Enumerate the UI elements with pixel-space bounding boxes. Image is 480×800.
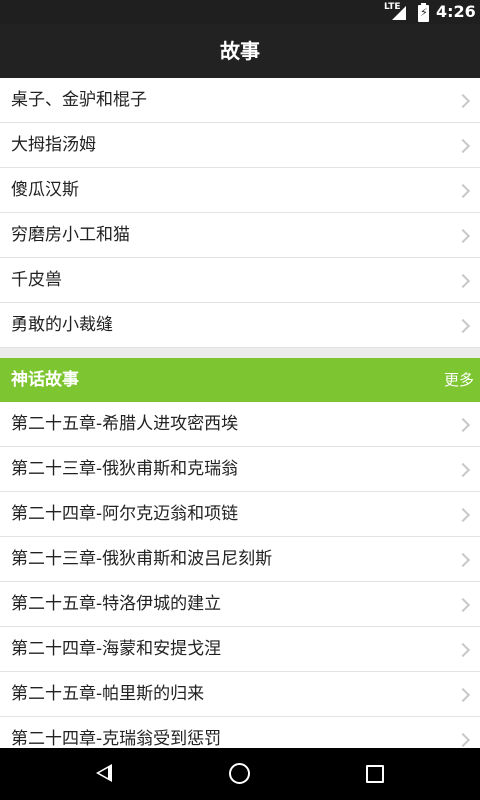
list-item-label: 勇敢的小裁缝: [11, 315, 113, 335]
list-item[interactable]: 桌子、金驴和棍子: [0, 78, 480, 123]
chevron-right-icon: [455, 93, 471, 109]
section-title: 神话故事: [11, 370, 79, 390]
status-bar: LTE ⚡ 4:26: [0, 0, 480, 24]
chevron-right-icon: [455, 642, 471, 658]
list-item[interactable]: 第二十三章-俄狄甫斯和克瑞翁: [0, 447, 480, 492]
list-item[interactable]: 穷磨房小工和猫: [0, 213, 480, 258]
navigation-bar: [0, 748, 480, 800]
chevron-right-icon: [455, 318, 471, 334]
section-divider: [0, 348, 480, 358]
list-item-label: 第二十四章-克瑞翁受到惩罚: [11, 729, 222, 748]
chevron-right-icon: [455, 687, 471, 703]
list-item-label: 第二十三章-俄狄甫斯和波吕尼刻斯: [11, 549, 273, 569]
content-scroll[interactable]: 桌子、金驴和棍子 大拇指汤姆 傻瓜汉斯 穷磨房小工和猫 千皮兽 勇敢的小裁缝 神…: [0, 78, 480, 748]
list-item[interactable]: 千皮兽: [0, 258, 480, 303]
chevron-right-icon: [455, 552, 471, 568]
list-item[interactable]: 傻瓜汉斯: [0, 168, 480, 213]
chevron-right-icon: [455, 273, 471, 289]
list-item-label: 大拇指汤姆: [11, 135, 96, 155]
story-list: 桌子、金驴和棍子 大拇指汤姆 傻瓜汉斯 穷磨房小工和猫 千皮兽 勇敢的小裁缝: [0, 78, 480, 348]
chevron-right-icon: [455, 597, 471, 613]
list-item-label: 第二十五章-特洛伊城的建立: [11, 594, 222, 614]
more-link[interactable]: 更多: [444, 358, 474, 402]
list-item-label: 第二十三章-俄狄甫斯和克瑞翁: [11, 459, 239, 479]
battery-icon: ⚡: [418, 3, 429, 22]
chevron-right-icon: [455, 417, 471, 433]
list-item-label: 第二十四章-阿尔克迈翁和项链: [11, 504, 239, 524]
list-item-label: 第二十五章-希腊人进攻密西埃: [11, 414, 239, 434]
chevron-right-icon: [455, 507, 471, 523]
list-item[interactable]: 第二十四章-克瑞翁受到惩罚: [0, 717, 480, 748]
clock: 4:26: [436, 2, 476, 21]
chevron-right-icon: [455, 228, 471, 244]
list-item-label: 桌子、金驴和棍子: [11, 90, 147, 110]
list-item[interactable]: 第二十四章-海蒙和安提戈涅: [0, 627, 480, 672]
back-icon[interactable]: [96, 764, 112, 782]
list-item-label: 傻瓜汉斯: [11, 180, 79, 200]
signal-icon: [392, 6, 406, 20]
home-icon[interactable]: [229, 763, 250, 784]
list-item[interactable]: 第二十五章-特洛伊城的建立: [0, 582, 480, 627]
list-item[interactable]: 第二十五章-希腊人进攻密西埃: [0, 402, 480, 447]
page-title: 故事: [220, 39, 260, 63]
list-item-label: 第二十四章-海蒙和安提戈涅: [11, 639, 222, 659]
list-item[interactable]: 第二十五章-帕里斯的归来: [0, 672, 480, 717]
myth-section-header: 神话故事 更多: [0, 358, 480, 402]
list-item[interactable]: 勇敢的小裁缝: [0, 303, 480, 348]
chevron-right-icon: [455, 138, 471, 154]
list-item-label: 第二十五章-帕里斯的归来: [11, 684, 205, 704]
list-item[interactable]: 第二十四章-阿尔克迈翁和项链: [0, 492, 480, 537]
list-item[interactable]: 大拇指汤姆: [0, 123, 480, 168]
list-item-label: 穷磨房小工和猫: [11, 225, 130, 245]
recent-apps-icon[interactable]: [366, 765, 384, 783]
myth-list: 第二十五章-希腊人进攻密西埃 第二十三章-俄狄甫斯和克瑞翁 第二十四章-阿尔克迈…: [0, 402, 480, 748]
app-bar: 故事: [0, 24, 480, 78]
chevron-right-icon: [455, 732, 471, 748]
list-item[interactable]: 第二十三章-俄狄甫斯和波吕尼刻斯: [0, 537, 480, 582]
list-item-label: 千皮兽: [11, 270, 62, 290]
chevron-right-icon: [455, 183, 471, 199]
chevron-right-icon: [455, 462, 471, 478]
charging-icon: ⚡: [420, 6, 428, 19]
